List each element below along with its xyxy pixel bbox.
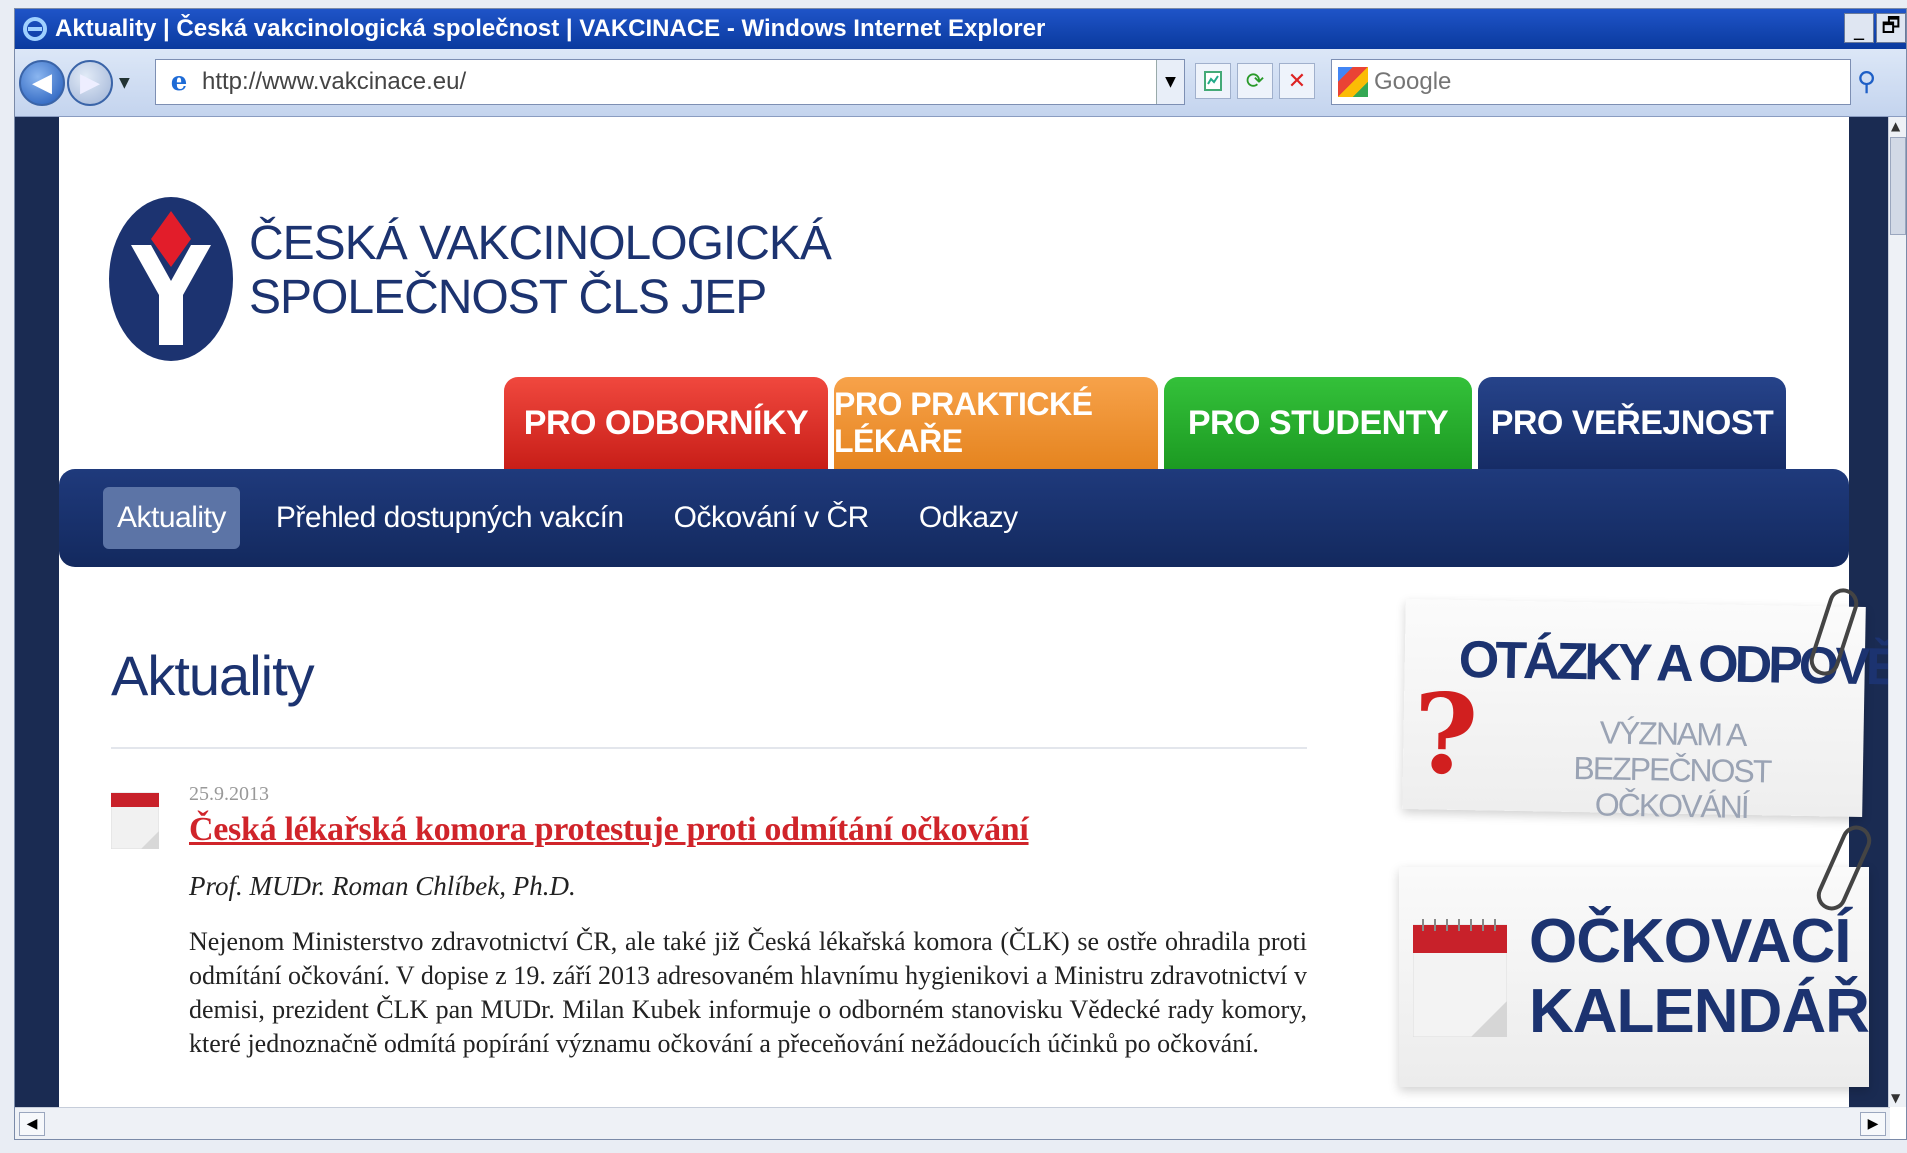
ie-logo-icon xyxy=(21,15,49,43)
page-icon: e xyxy=(170,67,188,97)
calendar-icon xyxy=(111,792,159,849)
vaccination-calendar-banner[interactable]: OČKOVACÍ KALENDÁŘ xyxy=(1399,867,1870,1087)
tab-pro-studenty[interactable]: PRO STUDENTY xyxy=(1164,377,1472,469)
tab-pro-prakticke-lekare[interactable]: PRO PRAKTICKÉ LÉKAŘE xyxy=(834,377,1158,469)
article-date: 25.9.2013 xyxy=(189,783,269,805)
nav-ockovani-v-cr[interactable]: Očkování v ČR xyxy=(660,487,883,549)
forward-button[interactable]: ▶ xyxy=(67,59,113,106)
web-page: ČESKÁ VAKCINOLOGICKÁ SPOLEČNOST ČLS JEP … xyxy=(59,117,1890,1107)
title-bar: Aktuality | Česká vakcinologická společn… xyxy=(15,9,1906,49)
back-button[interactable]: ◀ xyxy=(19,59,65,106)
qa-subtitle-line-2: OČKOVÁNÍ xyxy=(1594,786,1749,825)
vertical-scrollbar[interactable]: ▲ ▼ xyxy=(1888,117,1906,1107)
calendar-large-icon xyxy=(1413,919,1507,1037)
compatibility-view-icon[interactable] xyxy=(1195,63,1231,99)
divider xyxy=(111,747,1307,749)
nav-odkazy[interactable]: Odkazy xyxy=(905,487,1032,549)
nav-prehled-vakcin[interactable]: Přehled dostupných vakcín xyxy=(262,487,638,549)
page-title: Aktuality xyxy=(111,644,315,707)
browser-window: Aktuality | Česká vakcinologická společn… xyxy=(14,8,1907,1140)
search-box xyxy=(1331,59,1851,105)
section-nav: Aktuality Přehled dostupných vakcín Očko… xyxy=(59,469,1849,567)
vertical-scroll-thumb[interactable] xyxy=(1890,137,1906,235)
calendar-title-line-2: KALENDÁŘ xyxy=(1529,977,1870,1046)
address-bar: e ▼ xyxy=(155,59,1185,105)
qa-subtitle: VÝZNAM A BEZPEČNOST OČKOVÁNÍ xyxy=(1526,713,1818,826)
search-input[interactable] xyxy=(1374,68,1850,96)
window-title: Aktuality | Česká vakcinologická společn… xyxy=(55,15,1046,42)
calendar-title: OČKOVACÍ KALENDÁŘ xyxy=(1529,907,1870,1047)
scroll-down-icon[interactable]: ▼ xyxy=(1891,1091,1900,1105)
page-viewport: ČESKÁ VAKCINOLOGICKÁ SPOLEČNOST ČLS JEP … xyxy=(15,117,1890,1107)
nav-aktuality[interactable]: Aktuality xyxy=(103,487,240,549)
article-author: Prof. MUDr. Roman Chlíbek, Ph.D. xyxy=(189,871,576,901)
qa-promo-banner[interactable]: ? OTÁZKY A ODPOVĚDI VÝZNAM A BEZPEČNOST … xyxy=(1402,599,1890,825)
calendar-title-line-1: OČKOVACÍ xyxy=(1529,907,1852,976)
brand-name[interactable]: ČESKÁ VAKCINOLOGICKÁ SPOLEČNOST ČLS JEP xyxy=(249,217,832,325)
tab-pro-verejnost[interactable]: PRO VEŘEJNOST xyxy=(1478,377,1786,469)
restore-button[interactable]: 🗗 xyxy=(1876,13,1906,43)
navigation-bar: ◀ ▶ ▼ e ▼ ⟳ ✕ ⚲ xyxy=(15,49,1906,117)
scroll-left-icon[interactable]: ◀ xyxy=(19,1112,45,1136)
article-title-link[interactable]: Česká lékařská komora protestuje proti o… xyxy=(189,811,1029,849)
history-dropdown-icon[interactable]: ▼ xyxy=(119,75,130,91)
vaccinology-logo[interactable] xyxy=(107,195,235,363)
main-content: Aktuality 25.9.2013 Česká lékařská komor… xyxy=(59,584,1890,1107)
refresh-icon[interactable]: ⟳ xyxy=(1237,63,1273,99)
scroll-right-icon[interactable]: ▶ xyxy=(1860,1112,1886,1136)
tab-pro-odborniky[interactable]: PRO ODBORNÍKY xyxy=(504,377,828,469)
qa-subtitle-line-1: VÝZNAM A BEZPEČNOST xyxy=(1573,714,1771,790)
address-input[interactable] xyxy=(202,68,1156,96)
brand-line-2: SPOLEČNOST ČLS JEP xyxy=(249,271,767,324)
address-dropdown-icon[interactable]: ▼ xyxy=(1156,60,1184,104)
horizontal-scrollbar[interactable]: ◀ ▶ xyxy=(15,1107,1890,1139)
brand-line-1: ČESKÁ VAKCINOLOGICKÁ xyxy=(249,217,832,270)
stop-icon[interactable]: ✕ xyxy=(1279,63,1315,99)
google-icon xyxy=(1338,67,1368,97)
scroll-up-icon[interactable]: ▲ xyxy=(1891,119,1900,133)
search-icon[interactable]: ⚲ xyxy=(1857,67,1876,97)
audience-tabs: PRO ODBORNÍKY PRO PRAKTICKÉ LÉKAŘE PRO S… xyxy=(504,377,1786,469)
minimize-button[interactable]: _ xyxy=(1844,13,1874,43)
article-body: Nejenom Ministerstvo zdravotnictví ČR, a… xyxy=(189,927,1307,1058)
